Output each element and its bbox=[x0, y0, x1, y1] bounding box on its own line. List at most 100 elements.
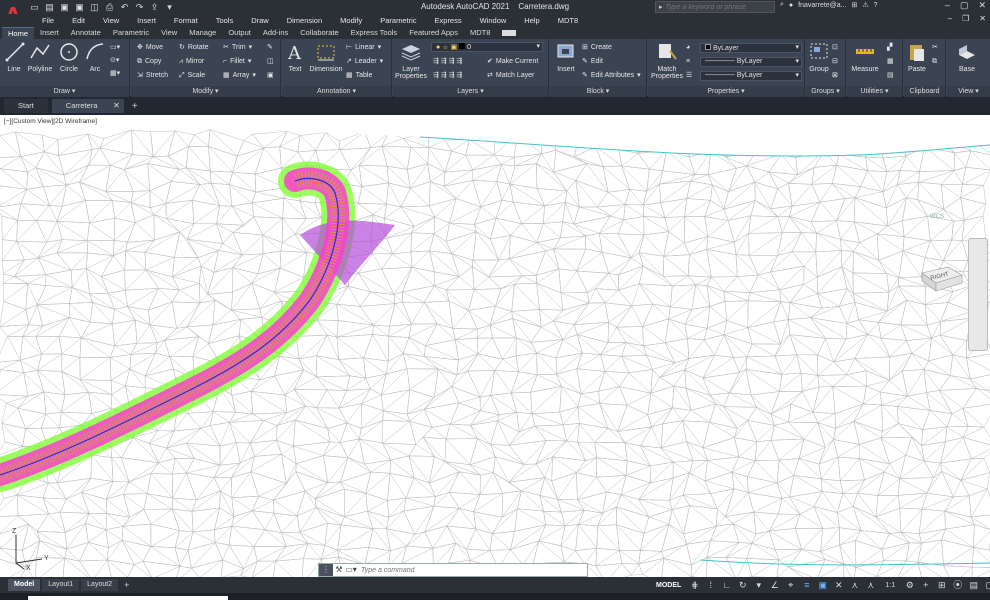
tab-layout2[interactable]: Layout2 bbox=[81, 579, 119, 591]
clean-screen-icon[interactable]: ▢ bbox=[984, 580, 990, 591]
tab-layout1[interactable]: Layout1 bbox=[42, 579, 80, 591]
menu-file[interactable]: File bbox=[33, 16, 63, 25]
edit-block-button[interactable]: ✎ Edit bbox=[582, 56, 603, 68]
help-search-box[interactable]: ▸ bbox=[655, 1, 775, 13]
maximize-icon[interactable]: ▢ bbox=[960, 0, 969, 11]
model-space-toggle[interactable]: MODEL bbox=[656, 582, 681, 589]
tab-featured-apps[interactable]: Featured Apps bbox=[403, 27, 464, 39]
rectangle-icon[interactable]: ▭▾ bbox=[110, 42, 120, 54]
menu-format[interactable]: Format bbox=[165, 16, 207, 25]
fillet-button[interactable]: ⌐ Fillet ▾ bbox=[223, 56, 251, 68]
layer-properties-button[interactable]: Layer Properties bbox=[395, 41, 427, 80]
viewport-controls-label[interactable]: [−][Custom View][2D Wireframe] bbox=[4, 118, 97, 125]
id-point-icon[interactable]: ▤ bbox=[887, 70, 894, 82]
command-input[interactable] bbox=[357, 566, 587, 574]
paste-button[interactable]: Paste bbox=[904, 41, 930, 73]
save-as-icon[interactable]: ▣ bbox=[75, 2, 84, 12]
open-file-icon[interactable]: ▤ bbox=[45, 2, 54, 12]
layer-dropdown[interactable]: ● ☼ ▣ 0 bbox=[431, 42, 543, 52]
quick-select-icon[interactable]: ▞ bbox=[887, 42, 892, 54]
customize-qat-icon[interactable]: ▾ bbox=[165, 2, 174, 12]
tab-insert[interactable]: Insert bbox=[34, 27, 65, 39]
panel-block-title[interactable]: Block ▾ bbox=[550, 86, 646, 97]
tab-parametric[interactable]: Parametric bbox=[107, 27, 155, 39]
grid-icon[interactable]: ⋕ bbox=[689, 580, 700, 591]
command-line-grip-icon[interactable]: ⋮ bbox=[319, 564, 333, 576]
tab-add-ins[interactable]: Add-ins bbox=[257, 27, 294, 39]
share-icon[interactable]: ⇪ bbox=[150, 2, 159, 12]
gradient-icon[interactable]: ▦▾ bbox=[110, 68, 120, 80]
mirror-button[interactable]: ⩘ Mirror bbox=[179, 56, 204, 68]
viewcube[interactable]: RIGHT bbox=[918, 263, 964, 293]
match-layer-button[interactable]: ⇄ Match Layer bbox=[487, 70, 534, 82]
table-button[interactable]: ▦ Table bbox=[346, 70, 372, 82]
ribbon-minimize-toggle[interactable] bbox=[502, 30, 517, 36]
exchange-icon[interactable]: ⚠ bbox=[862, 1, 868, 9]
command-customize-icon[interactable]: ⚒ bbox=[333, 564, 345, 576]
layer-tools-row-1[interactable]: ⇶ ⇶ ⇶ ⇶ bbox=[433, 56, 462, 68]
make-current-button[interactable]: ✔ Make Current bbox=[487, 56, 538, 68]
menu-parametric[interactable]: Parametric bbox=[371, 16, 425, 25]
panel-draw-title[interactable]: Draw ▾ bbox=[0, 86, 129, 97]
command-history-icon[interactable]: ▭▾ bbox=[345, 564, 357, 576]
calculator-icon[interactable]: ▦ bbox=[887, 56, 894, 68]
snap-icon[interactable]: ⁞ bbox=[705, 580, 716, 591]
create-block-button[interactable]: ⊞ Create bbox=[582, 42, 612, 54]
tab-collaborate[interactable]: Collaborate bbox=[294, 27, 344, 39]
layer-tools-row-2[interactable]: ⇶ ⇶ ⇶ ⇶ bbox=[433, 70, 462, 82]
linear-button[interactable]: ⊢ Linear ▾ bbox=[346, 42, 381, 54]
dimension-button[interactable]: Dimension bbox=[308, 41, 344, 73]
menu-help[interactable]: Help bbox=[515, 16, 548, 25]
leader-button[interactable]: ↗ Leader ▾ bbox=[346, 56, 383, 68]
line-button[interactable]: Line bbox=[4, 41, 25, 73]
help-icon[interactable]: ? bbox=[874, 2, 878, 9]
annotation-visibility-icon[interactable]: ⋏ bbox=[849, 580, 860, 591]
move-button[interactable]: ✥ Move bbox=[137, 42, 163, 54]
lineweight-dropdown[interactable]: ────── ByLayer bbox=[700, 71, 802, 81]
workspace-gear-icon[interactable]: ⚙ bbox=[904, 580, 915, 591]
cart-icon[interactable]: ⊞ bbox=[852, 1, 858, 9]
erase-icon[interactable]: ✎ bbox=[267, 42, 273, 54]
new-layout-icon[interactable]: + bbox=[124, 580, 129, 590]
menu-modify[interactable]: Modify bbox=[331, 16, 371, 25]
hardware-acceleration-icon[interactable]: ▤ bbox=[968, 580, 979, 591]
panel-utilities-title[interactable]: Utilities ▾ bbox=[847, 86, 902, 97]
array-button[interactable]: ▦ Array ▾ bbox=[223, 70, 256, 82]
redo-icon[interactable]: ↷ bbox=[135, 2, 144, 12]
tab-mdt8[interactable]: MDT8 bbox=[464, 27, 496, 39]
annotation-monitor-icon[interactable]: + bbox=[920, 580, 931, 591]
user-icon[interactable]: ● bbox=[789, 2, 793, 9]
panel-modify-title[interactable]: Modify ▾ bbox=[131, 86, 280, 97]
match-properties-button[interactable]: Match Properties bbox=[650, 41, 684, 80]
menu-draw[interactable]: Draw bbox=[242, 16, 278, 25]
web-icon[interactable]: ◫ bbox=[90, 2, 99, 12]
text-button[interactable]: A Text bbox=[284, 41, 306, 73]
measure-button[interactable]: Measure bbox=[849, 41, 881, 73]
edit-attributes-button[interactable]: ✎ Edit Attributes ▾ bbox=[582, 70, 641, 82]
color-dropdown[interactable]: ByLayer bbox=[700, 43, 802, 53]
lineweight-icon[interactable]: ☰ bbox=[686, 70, 692, 82]
undo-icon[interactable]: ↶ bbox=[120, 2, 129, 12]
panel-groups-title[interactable]: Groups ▾ bbox=[806, 86, 845, 97]
arc-button[interactable]: Arc bbox=[84, 41, 106, 73]
linetype-icon[interactable]: ≡ bbox=[686, 56, 690, 68]
tab-view[interactable]: View bbox=[155, 27, 183, 39]
lineweight-toggle-icon[interactable]: ≡ bbox=[801, 580, 812, 591]
print-icon[interactable]: ⎙ bbox=[105, 2, 114, 12]
scale-button[interactable]: ⤢ Scale bbox=[179, 70, 205, 82]
copy-button[interactable]: ⧉ Copy bbox=[137, 56, 161, 68]
color-palette-icon[interactable]: ◕ bbox=[686, 42, 690, 54]
navigation-bar[interactable] bbox=[968, 238, 988, 351]
doc-minimize-icon[interactable]: – bbox=[948, 14, 952, 23]
annotation-scale-value[interactable]: 1:1 bbox=[881, 580, 899, 591]
transparency-icon[interactable]: ▣ bbox=[817, 580, 828, 591]
wcs-label[interactable]: WCS bbox=[930, 214, 944, 220]
ungroup-icon[interactable]: ⊡ bbox=[832, 42, 838, 54]
new-tab-icon[interactable]: + bbox=[132, 101, 138, 112]
cut-icon[interactable]: ✂ bbox=[932, 42, 938, 54]
panel-properties-title[interactable]: Properties ▾ bbox=[648, 86, 804, 97]
selection-cycling-icon[interactable]: ✕ bbox=[833, 580, 844, 591]
panel-view-title[interactable]: View ▾ bbox=[947, 86, 990, 97]
annotation-scale-icon[interactable]: ⋏ bbox=[865, 580, 876, 591]
command-line[interactable]: ⋮ ⚒ ▭▾ bbox=[318, 563, 588, 577]
